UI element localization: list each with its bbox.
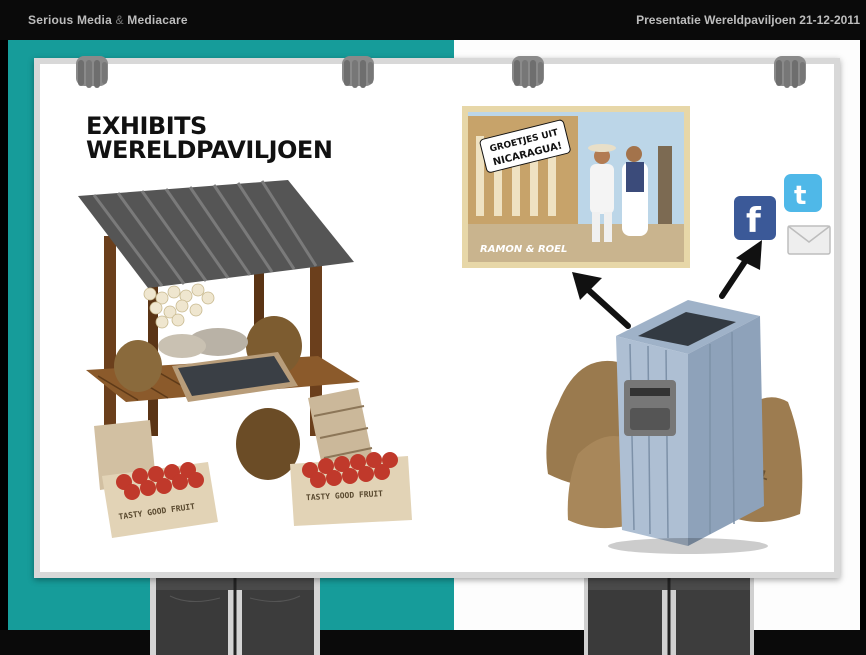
postcard-photo: GROETJES UIT NICARAGUA! RAMON & ROEL	[462, 106, 690, 268]
presentation-title: Presentatie Wereldpaviljoen 21-12-2011	[636, 13, 860, 27]
brand-serious-media: Serious Media	[28, 13, 112, 27]
jeans-legs-right	[584, 576, 754, 655]
hand-icon	[342, 56, 374, 88]
envelope-icon[interactable]	[787, 225, 831, 255]
top-bar: Serious Media & Mediacare Presentatie We…	[0, 0, 866, 40]
brand-mediacare: Mediacare	[127, 13, 188, 27]
svg-text:f: f	[746, 201, 762, 241]
title-line-wereldpaviljoen: WERELDPAVILJOEN	[86, 136, 333, 164]
facebook-icon[interactable]: f	[734, 196, 776, 241]
hand-icon	[76, 56, 108, 88]
twitter-icon[interactable]: t	[784, 174, 822, 212]
brand-text: Serious Media & Mediacare	[28, 13, 188, 27]
brand-ampersand: &	[115, 13, 124, 27]
jeans-legs-left	[150, 576, 320, 655]
svg-text:t: t	[794, 181, 806, 211]
mailbox-with-sacks-illustration: MAIL	[546, 300, 803, 554]
title-line-exhibits: EXHIBITS	[86, 112, 207, 140]
hand-icon	[774, 56, 806, 88]
market-stall-illustration: TASTY GOOD FRUIT TASTY GOOD FRUIT	[78, 180, 412, 538]
postcard-signature: RAMON & ROEL	[480, 244, 567, 255]
board-title: EXHIBITS WERELDPAVILJOEN	[86, 112, 333, 164]
hand-icon	[512, 56, 544, 88]
